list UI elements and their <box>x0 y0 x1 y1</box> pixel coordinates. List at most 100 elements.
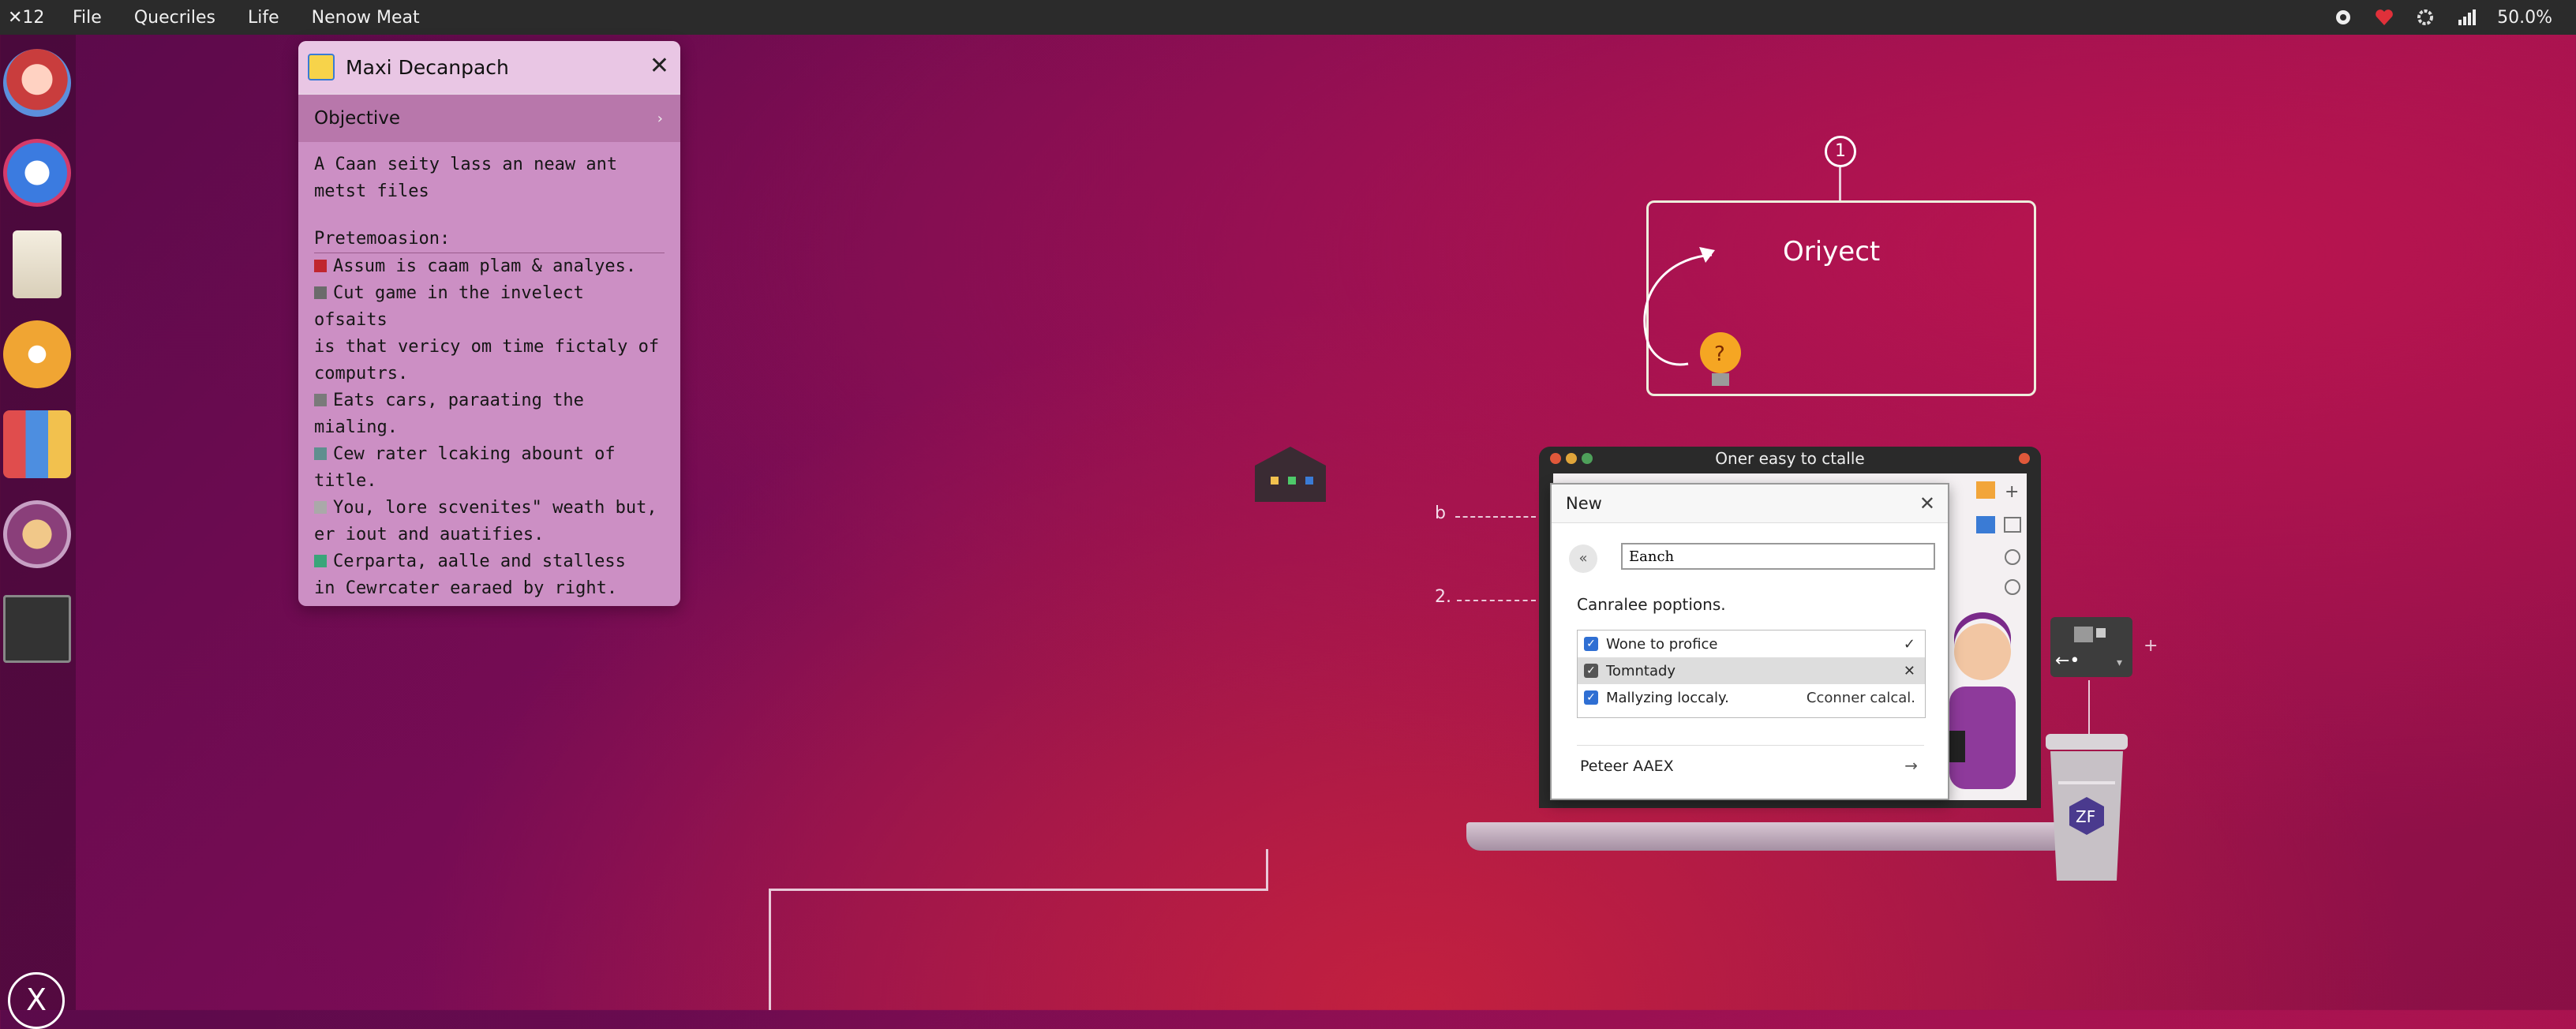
search-row: « <box>1569 541 1940 576</box>
signal-icon[interactable] <box>2456 7 2477 28</box>
bullet-square-icon <box>314 260 327 272</box>
bullet-square-icon <box>314 555 327 567</box>
dock-game-app[interactable] <box>3 500 71 568</box>
note-list-item: Eats cars, paraating the mialing. <box>314 387 665 441</box>
dock-document-app[interactable] <box>13 230 62 298</box>
note-list-text: Eats cars, paraating the mialing. <box>314 391 584 437</box>
note-window: Maxi Decanpach ✕ Objective › A Caan seit… <box>298 41 680 606</box>
lightbulb-icon: ? <box>1700 332 1741 386</box>
note-body: A Caan seity lass an neaw ant metst file… <box>298 142 680 606</box>
battery-percent[interactable]: 50.0% <box>2497 8 2552 28</box>
note-titlebar: Maxi Decanpach ✕ <box>298 41 680 93</box>
option-label: Tomntady <box>1606 662 1676 679</box>
dock-face-app[interactable] <box>3 320 71 388</box>
dock: X <box>0 35 76 1029</box>
note-list-item: is that vericy om time fictaly of <box>314 334 665 361</box>
app-launcher-button[interactable]: X <box>8 972 65 1029</box>
note-title: Maxi Decanpach <box>346 55 509 79</box>
svg-text:?: ? <box>1714 342 1725 366</box>
note-intro-line: A Caan seity lass an neaw ant <box>314 155 618 174</box>
dock-app-avatar-1[interactable] <box>3 49 71 117</box>
new-dialog: New ✕ « Canralee poptions. ✓ Wone to pro… <box>1550 483 1949 800</box>
bullet-square-icon <box>314 394 327 406</box>
checkbox[interactable]: ✓ <box>1584 664 1598 678</box>
search-input[interactable] <box>1621 543 1935 570</box>
system-logo[interactable]: ✕12 <box>8 8 46 28</box>
option-item[interactable]: ✓ Tomntady ✕ <box>1578 657 1925 684</box>
gear-icon[interactable] <box>2415 7 2436 28</box>
note-list-item: er iout and auatifies. <box>314 522 665 548</box>
option-item[interactable]: ✓ Mallyzing loccaly. Cconner calcal. <box>1578 684 1925 711</box>
laptop-title: Oner easy to ctalle <box>1715 449 1865 468</box>
plus-icon: + <box>2144 636 2159 656</box>
remove-icon[interactable]: ✕ <box>1904 663 1915 679</box>
side-label-2: 2. <box>1435 587 1451 607</box>
note-section-objective[interactable]: Objective › <box>298 93 680 142</box>
note-subheading: Pretemoasion: <box>314 226 665 253</box>
note-list-item: You, lore scvenites" weath but, <box>314 495 665 522</box>
mini-window-graphic: ←• ▾ <box>2055 627 2122 671</box>
note-list-text: Cew rater lcaking abount of title. <box>314 444 616 491</box>
note-list: Assum is caam plam & analyes. Cut game in… <box>314 253 665 606</box>
dialog-footer-link[interactable]: Peteer AAEX <box>1580 758 1674 775</box>
connector-line <box>2088 680 2090 735</box>
bullet-square-icon <box>314 286 327 299</box>
note-list-text: in Cewrcater earaed by right. <box>314 578 618 598</box>
note-list-text: Assum is caam plam & analyes. <box>333 256 637 276</box>
close-icon[interactable]: ✕ <box>1919 492 1935 514</box>
checkbox[interactable]: ✓ <box>1584 637 1598 651</box>
note-list-item: Assum is caam plam & analyes. <box>314 253 665 280</box>
note-list-text: Cerparta, aalle and stalless <box>333 552 626 571</box>
menu-bar: File Quecriles Life Nenow Meat <box>46 8 420 28</box>
top-bar: ✕12 File Quecriles Life Nenow Meat 50.0% <box>0 0 2576 35</box>
close-icon[interactable]: ✕ <box>650 52 669 80</box>
extensions-icon[interactable] <box>2333 7 2353 28</box>
dock-app-avatar-2[interactable] <box>3 139 71 207</box>
menu-nenow-meat[interactable]: Nenow Meat <box>312 8 420 28</box>
connector-line <box>769 889 1268 891</box>
dock-gallery-app[interactable] <box>3 410 71 478</box>
note-list-item: computrs. <box>314 361 665 387</box>
objective-box: Oriyect ? <box>1643 200 2036 396</box>
arrow-right-icon[interactable]: → <box>1904 756 1918 775</box>
laptop-base <box>1466 822 2068 851</box>
note-list-item: in Rest for you teficles. <box>314 602 665 606</box>
svg-text:←•: ←• <box>2055 651 2080 671</box>
minimize-dot[interactable] <box>1566 453 1577 464</box>
section-label: Objective <box>314 108 401 129</box>
back-button[interactable]: « <box>1569 544 1597 573</box>
dialog-title: New <box>1566 494 1602 513</box>
note-list-item: in Cewrcater earaed by right. <box>314 575 665 602</box>
heart-icon[interactable] <box>2374 7 2394 28</box>
checkbox[interactable]: ✓ <box>1584 690 1598 705</box>
svg-text:▾: ▾ <box>2117 657 2122 669</box>
note-list-text: computrs. <box>314 364 409 384</box>
close-dot[interactable] <box>1550 453 1561 464</box>
note-list-text: in Rest for you teficles. <box>314 605 575 606</box>
option-label: Wone to profice <box>1606 635 1718 653</box>
step-circle: 1 <box>1825 136 1856 167</box>
connector-line <box>1266 849 1268 890</box>
maximize-dot[interactable] <box>1582 453 1593 464</box>
building-icon <box>1255 447 1326 502</box>
person-illustration <box>1941 612 2016 789</box>
note-app-icon <box>308 54 335 80</box>
dashed-connector <box>1455 516 1536 518</box>
dialog-header: New <box>1552 485 1948 523</box>
menu-file[interactable]: File <box>73 8 102 28</box>
bullet-square-icon <box>314 447 327 460</box>
menu-quecriles[interactable]: Quecriles <box>134 8 215 28</box>
dashed-connector <box>1457 600 1536 601</box>
divider <box>1577 745 1924 746</box>
option-extra[interactable]: Cconner calcal. <box>1807 690 1915 706</box>
dock-terminal-app[interactable] <box>3 595 71 663</box>
chevron-right-icon: › <box>657 110 663 127</box>
note-list-item: Cerparta, aalle and stalless <box>314 548 665 575</box>
menu-life[interactable]: Life <box>248 8 279 28</box>
svg-text:+: + <box>2005 482 2019 502</box>
toolbar-icons: + <box>1976 481 2021 595</box>
trash-can-icon: ZF <box>2046 734 2128 881</box>
note-list-item: Cew rater lcaking abount of title. <box>314 441 665 495</box>
note-list-text: er iout and auatifies. <box>314 525 545 544</box>
option-item[interactable]: ✓ Wone to profice ✓ <box>1578 630 1925 657</box>
